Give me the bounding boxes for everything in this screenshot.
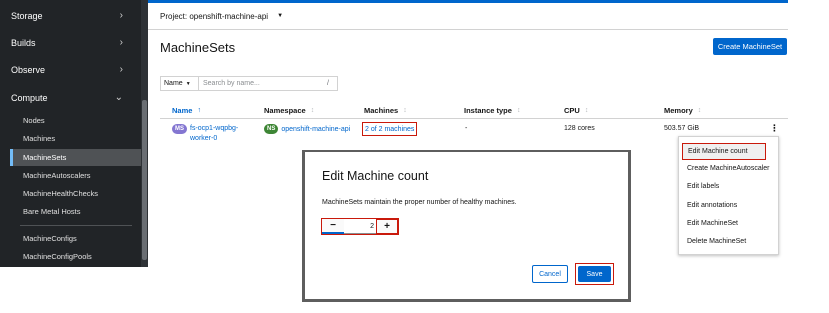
column-header-memory[interactable]: Memory ↕ — [664, 106, 701, 115]
machines-count-link[interactable]: 2 of 2 machines — [362, 122, 418, 136]
namespace-link[interactable]: openshift-machine-api — [281, 126, 350, 133]
modal-title: Edit Machine count — [322, 169, 429, 183]
filter-bar: Name ▼ Search by name... / — [160, 76, 338, 91]
nav-section-label: Observe — [11, 64, 46, 75]
project-selector[interactable]: Project: openshift-machine-api ▼ — [160, 9, 283, 23]
project-label: Project: openshift-machine-api — [160, 11, 269, 21]
menu-item-edit-machineset[interactable]: Edit MachineSet — [687, 220, 738, 227]
machine-count-input[interactable]: 2 — [344, 219, 376, 234]
nav-section-builds[interactable]: Builds › — [0, 29, 141, 56]
column-header-cpu[interactable]: CPU ↕ — [564, 106, 588, 115]
row-actions-menu: Edit Machine count Create MachineAutosca… — [678, 136, 779, 255]
menu-item-edit-labels[interactable]: Edit labels — [687, 183, 719, 190]
nav-section-label: Compute — [11, 92, 48, 103]
memory-value: 503.57 GiB — [664, 125, 700, 132]
column-label: Name — [172, 106, 193, 115]
page-title: MachineSets — [160, 40, 236, 55]
save-button[interactable]: Save — [578, 266, 611, 282]
search-placeholder: Search by name... — [203, 80, 260, 87]
decrement-button[interactable]: − — [322, 219, 344, 234]
caret-down-icon: ▼ — [277, 13, 284, 19]
column-header-namespace[interactable]: Namespace ↕ — [264, 106, 314, 115]
sidebar-item-machineconfigpools[interactable]: MachineConfigPools — [10, 248, 141, 265]
menu-item-create-machineautoscaler[interactable]: Create MachineAutoscaler — [687, 165, 770, 172]
namespace-badge: NS — [264, 124, 279, 134]
table-row-name-cell: MS fs-ocp1-wqpbg- worker-0 — [172, 124, 238, 144]
sort-icon: ↕ — [697, 107, 702, 114]
column-label: Machines — [364, 106, 399, 115]
sort-icon: ↕ — [516, 107, 521, 114]
column-label: Memory — [664, 106, 693, 115]
sidebar: Storage › Builds › Observe › Compute ⌄ N… — [0, 0, 148, 267]
sidebar-item-nodes[interactable]: Nodes — [10, 112, 141, 129]
filter-type-dropdown[interactable]: Name ▼ — [161, 77, 199, 90]
chevron-down-icon: ⌄ — [114, 92, 123, 103]
edit-machine-count-modal: Edit Machine count MachineSets maintain … — [305, 152, 628, 299]
sort-ascending-icon: ↑ — [197, 107, 201, 114]
nav-section-label: Builds — [11, 37, 36, 48]
sidebar-item-machinesets[interactable]: MachineSets — [10, 149, 141, 166]
sidebar-item-machineconfigs[interactable]: MachineConfigs — [10, 230, 141, 247]
nav-section-storage[interactable]: Storage › — [0, 2, 141, 29]
scrollbar-thumb[interactable] — [142, 100, 147, 260]
menu-item-edit-machine-count[interactable]: Edit Machine count — [682, 143, 766, 160]
top-accent-bar — [148, 0, 788, 3]
column-header-instance-type[interactable]: Instance type ↕ — [464, 106, 520, 115]
sidebar-item-bare-metal-hosts[interactable]: Bare Metal Hosts — [10, 203, 141, 220]
filter-type-label: Name — [164, 80, 183, 87]
table-header-divider — [160, 118, 788, 119]
sort-icon: ↕ — [403, 107, 407, 114]
table-row-namespace-cell: NS openshift-machine-api — [264, 124, 350, 134]
nav-section-observe[interactable]: Observe › — [0, 56, 141, 83]
machine-count-stepper: − 2 + — [321, 218, 399, 235]
cpu-value: 128 cores — [564, 125, 595, 132]
modal-description: MachineSets maintain the proper number o… — [322, 199, 517, 206]
caret-down-icon: ▼ — [185, 80, 191, 87]
sort-icon: ↕ — [584, 107, 589, 114]
menu-item-delete-machineset[interactable]: Delete MachineSet — [687, 238, 746, 245]
sort-icon: ↕ — [310, 107, 315, 114]
machineset-badge: MS — [172, 124, 187, 134]
search-input[interactable]: Search by name... — [199, 77, 327, 90]
nav-section-compute[interactable]: Compute ⌄ — [0, 84, 141, 111]
chevron-right-icon: › — [119, 64, 123, 75]
cancel-button[interactable]: Cancel — [532, 265, 568, 283]
sidebar-scrollbar[interactable] — [141, 0, 148, 267]
sidebar-item-machineautoscalers[interactable]: MachineAutoscalers — [10, 167, 141, 184]
column-label: Instance type — [464, 106, 512, 115]
kebab-menu-icon[interactable]: ⋮ — [770, 123, 779, 134]
sidebar-item-machinehealthchecks[interactable]: MachineHealthChecks — [10, 185, 141, 202]
column-header-machines[interactable]: Machines ↕ — [364, 106, 407, 115]
column-header-name[interactable]: Name ↑ — [172, 106, 201, 115]
machineset-name-line: worker-0 — [190, 135, 218, 142]
chevron-right-icon: › — [119, 37, 123, 48]
chevron-right-icon: › — [119, 10, 123, 21]
column-label: Namespace — [264, 106, 306, 115]
instance-type-value: - — [465, 125, 468, 132]
nav-section-label: Storage — [11, 10, 43, 21]
slash-shortcut-icon: / — [327, 80, 329, 87]
machineset-name-line: fs-ocp1-wqpbg- — [190, 125, 239, 132]
sidebar-item-machines[interactable]: Machines — [10, 130, 141, 147]
column-label: CPU — [564, 106, 580, 115]
create-machineset-button[interactable]: Create MachineSet — [713, 38, 787, 55]
increment-button[interactable]: + — [376, 219, 398, 234]
machineset-link[interactable]: fs-ocp1-wqpbg- worker-0 — [190, 124, 238, 144]
sidebar-divider — [20, 225, 132, 226]
menu-item-edit-annotations[interactable]: Edit annotations — [687, 202, 737, 209]
divider — [148, 29, 788, 30]
